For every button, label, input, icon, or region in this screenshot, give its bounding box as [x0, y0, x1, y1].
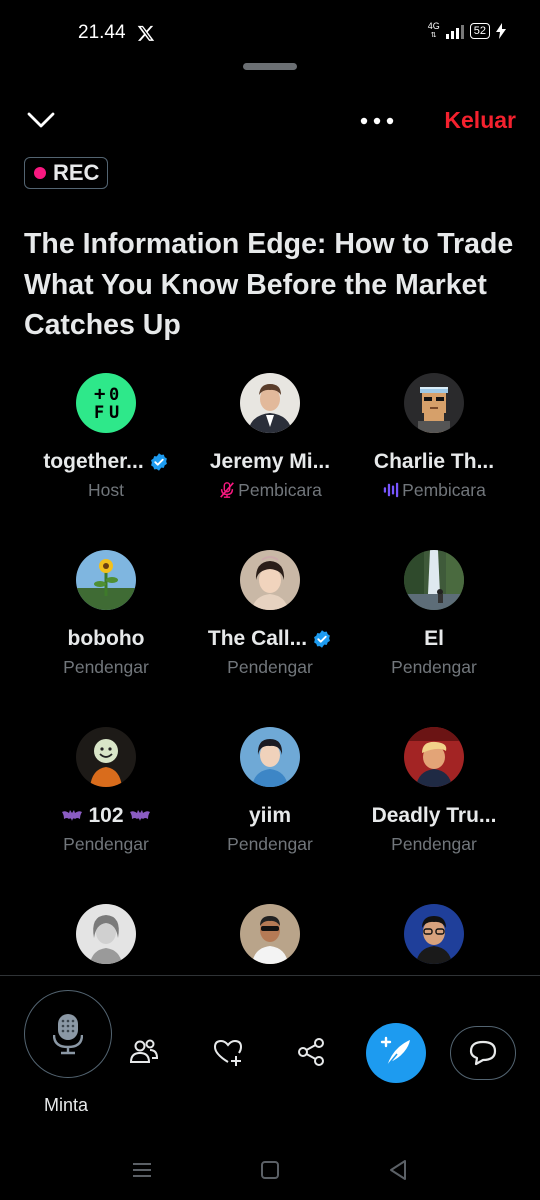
- bottom-divider: [0, 975, 540, 976]
- avatar: + 0 F U: [76, 373, 136, 433]
- participant-name: Charlie Th...: [373, 450, 495, 473]
- chat-icon: [469, 1040, 497, 1066]
- participant-tile[interactable]: yiim Pendengar: [188, 727, 352, 904]
- recording-label: REC: [53, 160, 100, 185]
- participant-tile[interactable]: boboho Pendengar: [24, 550, 188, 727]
- participant-role: Pendengar: [227, 833, 313, 854]
- verified-badge-icon: [314, 630, 331, 648]
- participant-role: Pembicara: [238, 479, 322, 500]
- participant-tile[interactable]: The Call... Pendengar: [188, 550, 352, 727]
- heart-add-icon[interactable]: [212, 1036, 244, 1068]
- participant-role: Pendengar: [391, 833, 477, 854]
- participant-role: Pendengar: [63, 656, 149, 677]
- system-nav-bar: [0, 1140, 540, 1200]
- participant-tile[interactable]: 102 Pendengar: [24, 727, 188, 904]
- status-bar: 21.44 4G ⇅ 52: [0, 0, 540, 64]
- participant-tile[interactable]: El Pendengar: [352, 550, 516, 727]
- avatar: [76, 727, 136, 787]
- participant-name: 102: [88, 804, 124, 827]
- recording-dot-icon: [34, 167, 46, 179]
- participant-role: Host: [88, 479, 124, 500]
- recent-apps-icon[interactable]: [130, 1158, 154, 1182]
- bat-emoji-icon: [129, 810, 150, 821]
- avatar: [240, 373, 300, 433]
- space-top-bar: Keluar: [0, 100, 540, 140]
- participant-name: yiim: [248, 804, 292, 827]
- chevron-down-icon[interactable]: [26, 110, 56, 130]
- chat-button[interactable]: [450, 1026, 516, 1080]
- verified-badge-icon: [150, 453, 167, 471]
- charging-icon: [496, 23, 506, 39]
- participant-role: Pendengar: [391, 656, 477, 677]
- network-type: 4G: [427, 21, 440, 31]
- recording-badge: REC: [24, 157, 109, 189]
- participant-tile[interactable]: Jeremy Mi... Pembicara: [188, 373, 352, 550]
- compose-icon: [380, 1036, 410, 1067]
- participant-name: Jeremy Mi...: [209, 450, 331, 473]
- compose-button[interactable]: [366, 1023, 426, 1083]
- back-icon[interactable]: [386, 1158, 410, 1182]
- participant-tile[interactable]: + 0 F U together... Host: [24, 373, 188, 550]
- avatar: [404, 550, 464, 610]
- people-icon[interactable]: [128, 1036, 160, 1068]
- avatar: [240, 904, 300, 964]
- svg-text:0: 0: [109, 385, 119, 405]
- leave-button[interactable]: Keluar: [444, 107, 516, 134]
- status-time: 21.44: [78, 22, 126, 43]
- avatar: [404, 727, 464, 787]
- mic-muted-icon: [220, 482, 235, 498]
- participant-name: The Call...: [207, 627, 308, 650]
- avatar: [404, 373, 464, 433]
- more-options-icon[interactable]: [358, 108, 398, 134]
- avatar: [240, 550, 300, 610]
- svg-text:U: U: [109, 403, 119, 423]
- sheet-grabber[interactable]: [243, 63, 297, 70]
- space-title: The Information Edge: How to Trade What …: [24, 228, 514, 341]
- participant-tile[interactable]: Deadly Tru... Pendengar: [352, 727, 516, 904]
- battery-level: 52: [469, 23, 490, 39]
- participant-tile[interactable]: Charlie Th... Pembicara: [352, 373, 516, 550]
- participant-role: Pembicara: [402, 479, 486, 500]
- status-indicators: 4G ⇅ 52: [428, 22, 506, 40]
- x-logo-icon: [137, 25, 155, 41]
- request-label: Minta: [44, 1095, 89, 1115]
- participant-role: Pendengar: [63, 833, 149, 854]
- signal-icon: [445, 23, 464, 39]
- avatar: [76, 904, 136, 964]
- avatar: [404, 904, 464, 964]
- home-icon[interactable]: [258, 1158, 282, 1182]
- svg-text:F: F: [94, 403, 104, 423]
- avatar: [240, 727, 300, 787]
- request-mic-button[interactable]: [24, 990, 112, 1078]
- svg-text:+: +: [94, 383, 105, 405]
- mic-icon: [53, 1014, 83, 1055]
- avatar: [76, 550, 136, 610]
- network-indicator: 4G ⇅: [427, 21, 440, 40]
- share-icon[interactable]: [295, 1036, 327, 1068]
- participant-name: boboho: [67, 627, 145, 650]
- participant-name: El: [424, 627, 444, 650]
- participant-name: Deadly Tru...: [371, 804, 497, 827]
- speaking-bars-icon: [383, 482, 399, 498]
- bat-emoji-icon: [62, 810, 83, 821]
- participant-role: Pendengar: [227, 656, 313, 677]
- participant-name: together...: [43, 450, 144, 473]
